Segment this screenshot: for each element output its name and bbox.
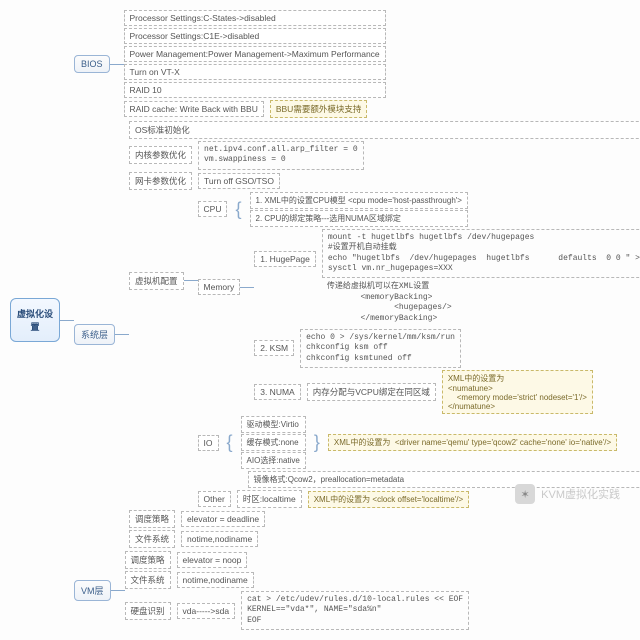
io-label: IO: [198, 435, 219, 451]
other-note: XML中的设置为 <clock offset='localtime'/>: [308, 491, 469, 508]
bracket-icon: {: [233, 199, 243, 220]
io-note: XML中的设置为 <driver name='qemu' type='qcow2…: [328, 434, 617, 451]
vm-disk-code: cat > /etc/udev/rules.d/10-local.rules <…: [241, 591, 469, 630]
hugepage-row: 1. HugePage mount -t hugetlbfs hugetlbfs…: [254, 229, 640, 327]
level1-column: BIOS Processor Settings:C-States->disabl…: [74, 10, 640, 630]
vmcfg-children: CPU { 1. XML中的设置CPU模型 <cpu mode='host-pa…: [198, 192, 640, 508]
vm-fs-label: 文件系统: [125, 571, 171, 589]
fs-label: 文件系统: [129, 530, 175, 548]
io-row: IO { 驱动模型:Virtio 缓存模式:none AIO选择:native …: [198, 416, 640, 469]
io-line: 缓存模式:none: [241, 434, 306, 451]
io-line: 驱动模型:Virtio: [241, 416, 306, 433]
kernel-row: 内核参数优化 net.ipv4.conf.all.arp_filter = 0 …: [129, 141, 640, 170]
mindmap-root: 虚拟化设置 BIOS Processor Settings:C-States->…: [10, 10, 630, 630]
cpu-row: CPU { 1. XML中的设置CPU模型 <cpu mode='host-pa…: [198, 192, 640, 227]
vmcfg-branch: 虚拟机配置 CPU { 1. XML中的设置CPU模型 <cpu mode='h…: [129, 192, 640, 508]
bracket-icon: {: [225, 432, 235, 453]
cpu-label: CPU: [198, 201, 228, 217]
connector: [60, 320, 74, 321]
io-lines: 驱动模型:Virtio 缓存模式:none AIO选择:native: [241, 416, 306, 469]
bios-item: Processor Settings:C1E->disabled: [124, 28, 386, 44]
numa-label: 3. NUMA: [254, 384, 300, 400]
nic-row: 网卡参数优化 Turn off GSO/TSO: [129, 172, 640, 190]
io-line: AIO选择:native: [241, 452, 306, 469]
bios-item: RAID 10: [124, 82, 386, 98]
vmcfg-label: 虚拟机配置: [129, 272, 184, 290]
bios-branch: BIOS Processor Settings:C-States->disabl…: [74, 10, 640, 118]
bios-raid-note: BBU需要额外模块支持: [270, 100, 367, 118]
memory-branch: Memory 1. HugePage mount -t hugetlbfs hu…: [198, 229, 640, 414]
kernel-code: net.ipv4.conf.all.arp_filter = 0 vm.swap…: [198, 141, 364, 170]
sys-node: 系统层: [74, 324, 115, 345]
ksm-label: 2. KSM: [254, 340, 294, 356]
bios-node: BIOS: [74, 55, 110, 73]
watermark-text: KVM虚拟化实践: [541, 486, 620, 502]
other-label: Other: [198, 491, 231, 507]
connector: [110, 64, 124, 65]
vm-children: 调度策略 elevator = noop 文件系统 notime,nodinam…: [125, 551, 470, 630]
vm-fs-value: notime,nodiname: [177, 572, 254, 588]
watermark: ✶ KVM虚拟化实践: [515, 484, 620, 504]
hugepage-label: 1. HugePage: [254, 251, 316, 267]
bios-raid-cache: RAID cache: Write Back with BBU: [124, 101, 264, 117]
vm-sched-value: elevator = noop: [177, 552, 248, 568]
sched-value: elevator = deadline: [181, 511, 265, 527]
memory-label: Memory: [198, 279, 241, 295]
bios-item: Processor Settings:C-States->disabled: [124, 10, 386, 26]
vm-disk-value: vda----->sda: [177, 603, 236, 619]
vm-disk-row: 硬盘识别 vda----->sda cat > /etc/udev/rules.…: [125, 591, 470, 630]
connector: [184, 280, 198, 281]
numa-row: 3. NUMA 内存分配与VCPU绑定在同区域 XML中的设置为 <numatu…: [254, 370, 640, 414]
cpu-line1: 1. XML中的设置CPU模型 <cpu mode='host-passthro…: [250, 192, 468, 209]
root-node: 虚拟化设置: [10, 298, 60, 342]
connector: [115, 334, 129, 335]
cpu-line2: 2. CPU的绑定策略---选用NUMA区域绑定: [250, 210, 468, 227]
fs-row: 文件系统 notime,nodiname: [129, 530, 640, 548]
connector: [240, 287, 254, 288]
hugepage-tail: 传递给虚拟机可以在XML设置 <memoryBacking> <hugepage…: [322, 279, 640, 327]
hugepage-stack: mount -t hugetlbfs hugetlbfs /dev/hugepa…: [322, 229, 640, 327]
bios-item: Turn on VT-X: [124, 64, 386, 80]
sched-row: 调度策略 elevator = deadline: [129, 510, 640, 528]
nic-label: 网卡参数优化: [129, 172, 192, 190]
other-note-label: XML中的设置为: [314, 495, 370, 504]
bios-items: Processor Settings:C-States->disabled Pr…: [124, 10, 386, 118]
nic-value: Turn off GSO/TSO: [198, 173, 280, 189]
ksm-code: echo 0 > /sys/kernel/mm/ksm/run chkconfi…: [300, 329, 461, 368]
other-value: 时区:localtime: [237, 490, 302, 508]
vm-node: VM层: [74, 580, 111, 601]
os-init: OS标准初始化: [129, 121, 640, 139]
numa-value: 内存分配与VCPU绑定在同区域: [307, 383, 436, 401]
bracket-icon: }: [312, 432, 322, 453]
other-note-value: <clock offset='localtime'/>: [372, 495, 463, 504]
io-note-value: <driver name='qemu' type='qcow2' cache='…: [395, 438, 611, 447]
wechat-icon: ✶: [515, 484, 535, 504]
bios-item: Power Management:Power Management->Maxim…: [124, 46, 386, 62]
numa-note: XML中的设置为 <numatune> <memory mode='strict…: [442, 370, 593, 414]
bios-raid-row: RAID cache: Write Back with BBU BBU需要额外模…: [124, 100, 386, 118]
vm-disk-label: 硬盘识别: [125, 602, 171, 620]
io-note-label: XML中的设置为: [334, 438, 390, 447]
kernel-label: 内核参数优化: [129, 146, 192, 164]
root-title: 虚拟化设置: [17, 309, 53, 332]
vm-fs-row: 文件系统 notime,nodiname: [125, 571, 470, 589]
cpu-lines: 1. XML中的设置CPU模型 <cpu mode='host-passthro…: [250, 192, 468, 227]
sched-label: 调度策略: [129, 510, 175, 528]
fs-value: notime,nodiname: [181, 531, 258, 547]
connector: [111, 590, 125, 591]
hugepage-code: mount -t hugetlbfs hugetlbfs /dev/hugepa…: [322, 229, 640, 279]
vm-branch: VM层 调度策略 elevator = noop 文件系统 notime,nod…: [74, 551, 640, 630]
memory-children: 1. HugePage mount -t hugetlbfs hugetlbfs…: [254, 229, 640, 414]
ksm-row: 2. KSM echo 0 > /sys/kernel/mm/ksm/run c…: [254, 329, 640, 368]
